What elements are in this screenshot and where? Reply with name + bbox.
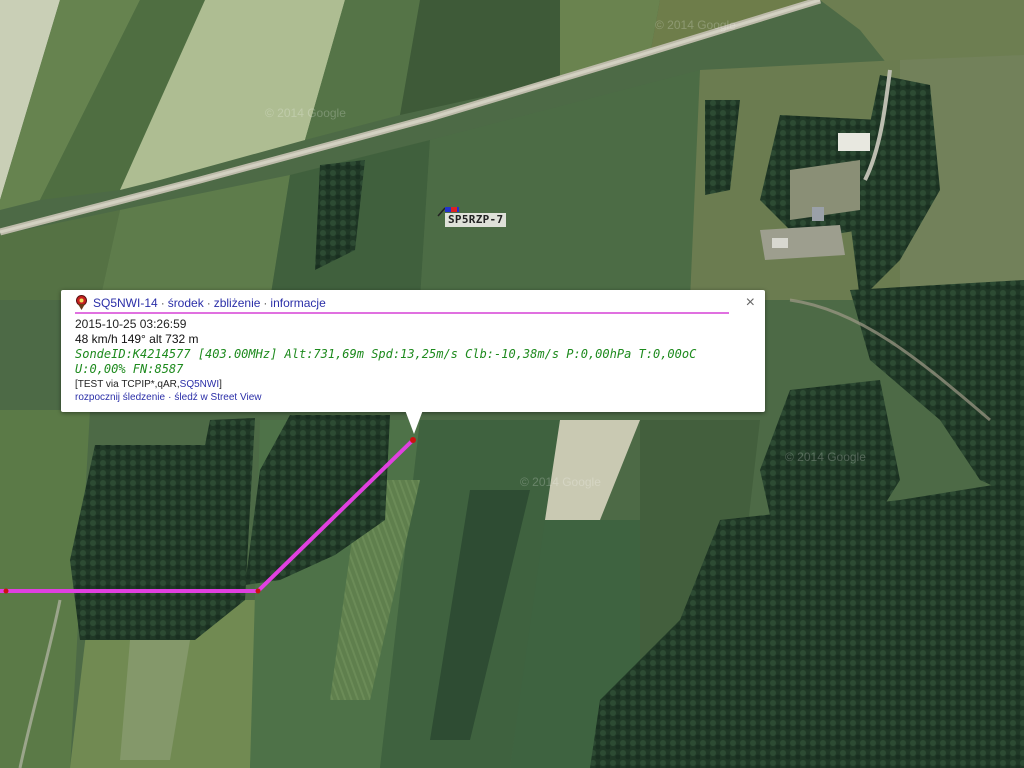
balloon-pin-icon: [76, 295, 87, 310]
info-window: × SQ5NWI-14 · środek · zbliżenie · infor…: [61, 290, 765, 434]
callsign-link[interactable]: SQ5NWI-14: [93, 296, 158, 310]
map-attribution: © 2014 Google: [520, 475, 601, 489]
close-icon[interactable]: ×: [746, 295, 755, 311]
packet-path: [TEST via TCPIP*,qAR,SQ5NWI]: [75, 379, 751, 390]
info-link[interactable]: informacje: [270, 296, 325, 310]
map-attribution: © 2014 Google: [655, 18, 736, 32]
timestamp: 2015-10-25 03:26:59: [75, 317, 187, 331]
track-point[interactable]: [255, 588, 261, 594]
separator: ·: [263, 295, 268, 310]
track-point[interactable]: [410, 437, 416, 443]
sonde-comment: SondeID:K4214577 [403.00MHz] Alt:731,69m…: [75, 347, 697, 376]
path-prefix: [TEST via TCPIP*,qAR,: [75, 379, 180, 390]
street-view-link[interactable]: śledź w Street View: [174, 392, 261, 403]
speed-heading-altitude: 48 km/h 149° alt 732 m: [75, 332, 199, 346]
popup-actions: rozpocznij śledzenie · śledź w Street View: [75, 392, 751, 403]
separator: ·: [206, 295, 211, 310]
popup-tail: [405, 410, 423, 434]
center-link[interactable]: środek: [168, 296, 204, 310]
path-suffix: ]: [219, 379, 222, 390]
popup-header: SQ5NWI-14 · środek · zbliżenie · informa…: [75, 295, 729, 314]
separator: ·: [168, 392, 172, 403]
zoom-link[interactable]: zbliżenie: [214, 296, 261, 310]
map-attribution: © 2014 Google: [265, 106, 346, 120]
map-attribution: © 2014 Google: [785, 450, 866, 464]
start-tracking-link[interactable]: rozpocznij śledzenie: [75, 392, 165, 403]
separator: ·: [160, 295, 165, 310]
igate-link[interactable]: SQ5NWI: [180, 379, 219, 390]
station-label[interactable]: SP5RZP-7: [445, 213, 507, 227]
track-point[interactable]: [3, 588, 9, 594]
